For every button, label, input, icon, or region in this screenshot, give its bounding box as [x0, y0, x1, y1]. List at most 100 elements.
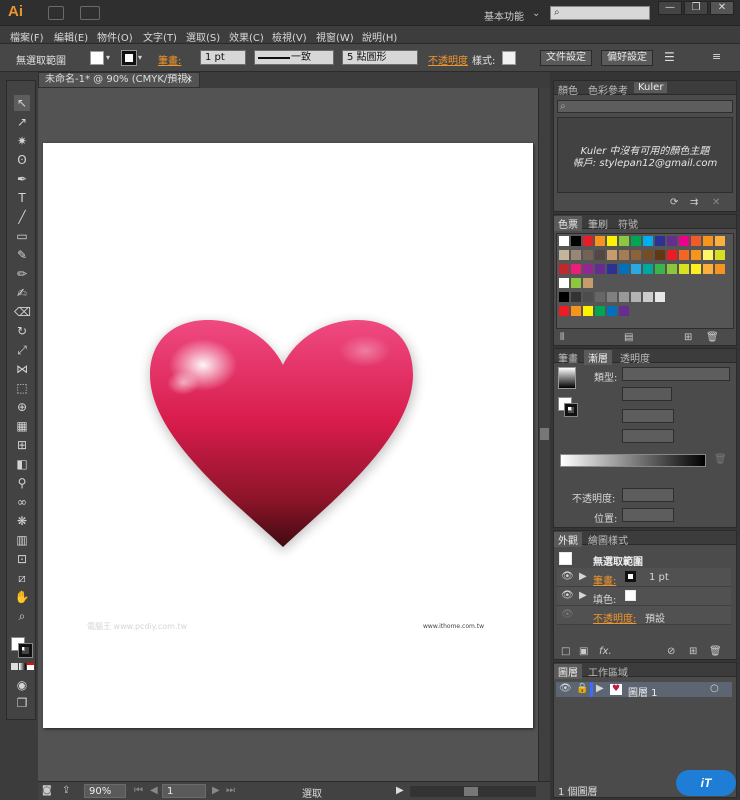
artboard[interactable]: 電腦王 www.pcdiy.com.tw www.ithome.com.tw	[43, 143, 533, 728]
paintbrush-tool-icon[interactable]: ✎	[14, 247, 30, 263]
swatch-cell[interactable]	[631, 292, 641, 302]
swatch-cell[interactable]	[715, 264, 725, 274]
visibility-eye-icon[interactable]: 👁	[559, 683, 572, 694]
stroke-swatch[interactable]	[625, 571, 636, 582]
opacity-link[interactable]: 不透明度	[428, 52, 468, 67]
stroke-label[interactable]: 筆畫:	[593, 572, 616, 587]
tab-graphic-styles[interactable]: 繪圖樣式	[584, 532, 632, 547]
tab-swatches[interactable]: 色票	[554, 216, 582, 231]
prev-artboard-icon[interactable]: ◀	[150, 785, 158, 796]
appearance-fill-row[interactable]: 👁 ▶ 填色:	[557, 587, 731, 606]
gradient-type-dropdown[interactable]	[622, 367, 730, 381]
swatch-cell[interactable]	[583, 236, 593, 246]
swatch-cell[interactable]	[703, 264, 713, 274]
swatch-cell[interactable]	[667, 250, 677, 260]
clear-appearance-icon[interactable]: ⊘	[667, 646, 675, 657]
fill-swatch[interactable]	[625, 590, 636, 601]
swatch-cell[interactable]	[607, 236, 617, 246]
tab-appearance[interactable]: 外觀	[554, 532, 582, 547]
swatch-cell[interactable]	[571, 250, 581, 260]
lock-icon[interactable]: 🔒	[576, 683, 588, 694]
swatch-cell[interactable]	[679, 250, 689, 260]
draw-mode-icon[interactable]: ◉	[14, 677, 30, 693]
stroke-swatch[interactable]	[121, 50, 137, 66]
layer-name[interactable]: 圖層 1	[628, 684, 658, 699]
target-icon[interactable]: ○	[710, 683, 719, 694]
close-button[interactable]: ✕	[710, 1, 734, 15]
swatch-cell[interactable]	[571, 292, 581, 302]
swatch-cell[interactable]	[715, 236, 725, 246]
add-fill-icon[interactable]: ▣	[579, 646, 588, 657]
status-arrow-icon[interactable]: ▶	[396, 785, 404, 796]
menu-help[interactable]: 說明(H)	[362, 29, 397, 44]
bridge-icon[interactable]	[48, 6, 64, 20]
type-tool-icon[interactable]: T	[14, 190, 30, 206]
opacity-label[interactable]: 不透明度:	[593, 610, 636, 625]
first-artboard-icon[interactable]: ⏮	[134, 785, 143, 796]
tab-color-guide[interactable]: 色彩參考	[584, 82, 632, 97]
tab-kuler[interactable]: Kuler	[634, 82, 668, 93]
selection-tool-icon[interactable]: ↖	[14, 95, 30, 111]
delete-item-icon[interactable]: 🗑	[709, 646, 722, 657]
add-effect-icon[interactable]: fx.	[599, 646, 612, 657]
panel-menu-icon[interactable]: ≡	[712, 50, 721, 63]
swatch-cell[interactable]	[715, 250, 725, 260]
lasso-tool-icon[interactable]: ʘ	[14, 152, 30, 168]
none-mode-icon[interactable]	[27, 663, 34, 670]
magic-wand-tool-icon[interactable]: ✷	[14, 133, 30, 149]
menu-file[interactable]: 檔案(F)	[10, 29, 44, 44]
swatch-cell[interactable]	[619, 292, 629, 302]
swatch-grid[interactable]	[556, 233, 734, 329]
swatch-cell[interactable]	[559, 278, 569, 288]
swatch-cell[interactable]	[571, 306, 581, 316]
perspective-grid-tool-icon[interactable]: ▦	[14, 418, 30, 434]
chevron-down-icon[interactable]: ▾	[138, 53, 142, 62]
swatch-cell[interactable]	[583, 250, 593, 260]
swatch-cell[interactable]	[703, 250, 713, 260]
angle-field[interactable]	[622, 409, 674, 423]
swatch-cell[interactable]	[643, 236, 653, 246]
swatch-cell[interactable]	[619, 250, 629, 260]
line-tool-icon[interactable]: ╱	[14, 209, 30, 225]
next-artboard-icon[interactable]: ▶	[212, 785, 220, 796]
swatch-cell[interactable]	[679, 236, 689, 246]
appearance-stroke-row[interactable]: 👁 ▶ 筆畫: 1 pt	[557, 568, 731, 587]
new-swatch-icon[interactable]: ⊞	[684, 332, 692, 343]
zoom-field[interactable]: 90%	[84, 784, 126, 798]
maximize-button[interactable]: ❐	[684, 1, 708, 15]
document-tab[interactable]: 未命名-1* @ 90% (CMYK/預視) ×	[38, 72, 200, 88]
camera-icon[interactable]: ◙	[42, 785, 52, 796]
swatch-cell[interactable]	[667, 236, 677, 246]
eyedropper-tool-icon[interactable]: ⚲	[14, 475, 30, 491]
refresh-icon[interactable]: ⟳	[670, 197, 678, 208]
swatch-cell[interactable]	[571, 236, 581, 246]
swatch-cell[interactable]	[703, 236, 713, 246]
stroke-color-icon[interactable]	[18, 643, 33, 658]
swatch-cell[interactable]	[559, 236, 569, 246]
direct-selection-tool-icon[interactable]: ↗	[14, 114, 30, 130]
chevron-down-icon[interactable]: ▾	[106, 53, 110, 62]
width-tool-icon[interactable]: ⋈	[14, 361, 30, 377]
arrange-documents-icon[interactable]	[80, 6, 100, 20]
visibility-eye-icon[interactable]: 👁	[561, 571, 574, 582]
swatch-cell[interactable]	[607, 306, 617, 316]
share-icon[interactable]: ⇪	[62, 785, 70, 796]
scale-tool-icon[interactable]: ⤢	[14, 342, 30, 358]
swatch-cell[interactable]	[643, 264, 653, 274]
swatch-cell[interactable]	[595, 236, 605, 246]
pencil-tool-icon[interactable]: ✏	[14, 266, 30, 282]
swatch-cell[interactable]	[631, 236, 641, 246]
fill-swatch[interactable]	[90, 51, 104, 65]
duplicate-item-icon[interactable]: ⊞	[689, 646, 697, 657]
shape-builder-tool-icon[interactable]: ⊕	[14, 399, 30, 415]
expand-arrow-icon[interactable]: ▶	[579, 590, 587, 601]
swatch-cell[interactable]	[583, 292, 593, 302]
help-search-input[interactable]: ⌕	[550, 6, 650, 20]
slice-tool-icon[interactable]: ⧄	[14, 570, 30, 586]
gradient-preview[interactable]	[558, 367, 576, 389]
tab-color[interactable]: 顏色	[554, 82, 582, 97]
swatch-cell[interactable]	[643, 250, 653, 260]
document-setup-button[interactable]: 文件設定	[540, 50, 592, 66]
add-stroke-icon[interactable]: □	[561, 646, 570, 657]
swatch-cell[interactable]	[607, 264, 617, 274]
